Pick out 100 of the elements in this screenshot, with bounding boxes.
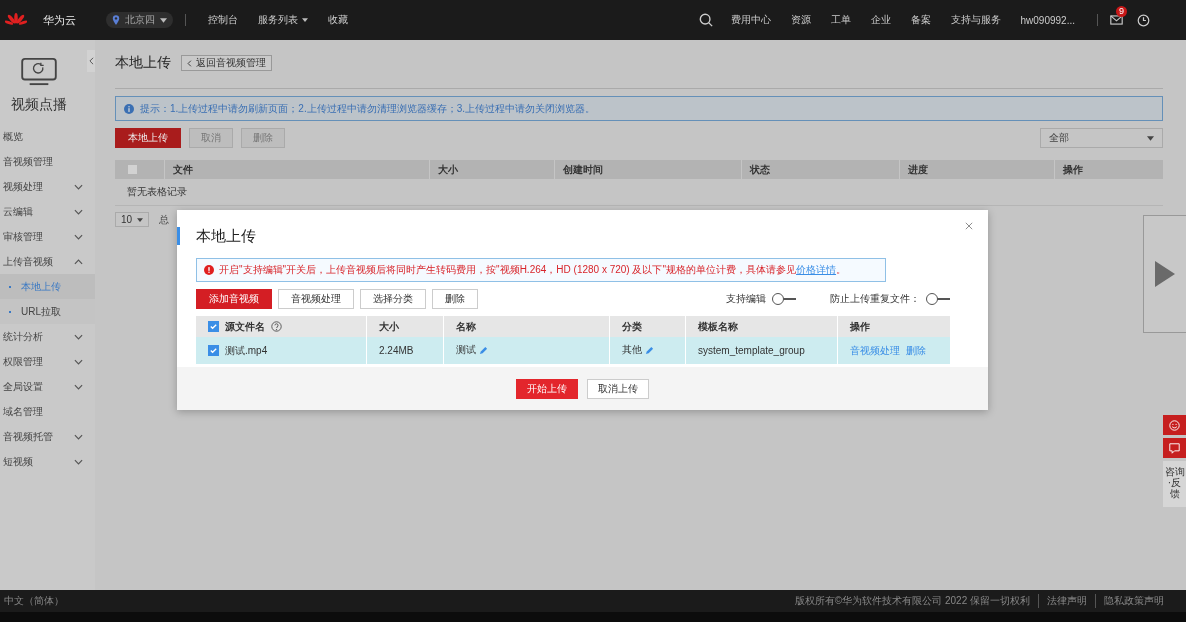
sidebar-item[interactable]: 权限管理	[0, 349, 95, 374]
chevron-icon	[74, 458, 83, 465]
column-header: 状态	[750, 162, 770, 177]
row-checkbox[interactable]	[208, 345, 219, 356]
chevron-icon	[74, 383, 83, 390]
footer-button[interactable]: 取消上传	[587, 378, 649, 399]
empty-message: 暂无表格记录	[127, 185, 187, 199]
chat-button[interactable]	[1163, 438, 1186, 458]
back-button[interactable]: 返回音视频管理	[181, 55, 272, 71]
smiley-icon	[1169, 419, 1180, 431]
nav-link[interactable]: 控制台	[208, 13, 238, 27]
table-cell: 测试.mp4	[225, 343, 268, 358]
select-all-checkbox[interactable]	[208, 321, 219, 332]
sidebar-item[interactable]: 全局设置	[0, 374, 95, 399]
nav-link[interactable]: 工单	[830, 13, 851, 27]
chevron-icon	[74, 433, 83, 440]
copyright-text: 版权所有©华为软件技术有限公司 2022 保留一切权利	[794, 594, 1030, 608]
column-header: 源文件名	[225, 319, 265, 334]
region-selector[interactable]: 北京四	[106, 12, 173, 28]
caret-icon	[1147, 135, 1154, 141]
toggle-switch[interactable]	[772, 293, 796, 305]
sidebar-item[interactable]: 统计分析	[0, 324, 95, 349]
column-header: 进度	[908, 162, 928, 177]
select-all-checkbox[interactable]	[128, 165, 137, 174]
pencil-icon[interactable]	[479, 346, 488, 355]
page-size-dropdown[interactable]: 10	[115, 212, 149, 227]
sidebar-item[interactable]: 音视频托管	[0, 424, 95, 449]
error-icon	[204, 265, 214, 275]
sidebar-subitem[interactable]: URL拉取	[0, 299, 95, 324]
sidebar-item[interactable]: 概览	[0, 124, 95, 149]
caret-icon	[137, 217, 143, 222]
monitor-replay-icon	[19, 58, 58, 86]
clock-icon[interactable]	[1137, 13, 1150, 27]
chevron-icon	[74, 233, 83, 240]
chat-icon	[1169, 442, 1180, 454]
nav-link[interactable]: 费用中心	[730, 13, 771, 27]
toggle-switch[interactable]	[926, 293, 950, 305]
brand-name[interactable]: 华为云	[43, 12, 76, 28]
help-icon[interactable]	[271, 321, 282, 332]
collapse-handle[interactable]	[87, 50, 95, 72]
notice-text: 提示：1.上传过程中请勿刷新页面；2.上传过程中请勿清理浏览器缓存；3.上传过程中请勿关闭浏览器。	[140, 101, 596, 116]
pencil-icon[interactable]	[645, 346, 654, 355]
location-pin-icon	[112, 15, 120, 25]
toolbar-button[interactable]: 本地上传	[115, 128, 181, 148]
column-header: 大小	[379, 319, 399, 334]
footer-link[interactable]: 法律声明	[1038, 594, 1087, 608]
sidebar-item[interactable]: 视频处理	[0, 174, 95, 199]
table-cell: 测试	[456, 343, 476, 357]
dialog-title: 本地上传	[177, 227, 950, 245]
column-header: 名称	[456, 319, 476, 334]
pricing-link[interactable]: 价格详情	[796, 264, 837, 275]
page-title: 本地上传	[115, 54, 171, 72]
feedback-tab[interactable]: 咨询·反馈	[1163, 461, 1186, 507]
nav-link[interactable]: 支持与服务	[950, 13, 1001, 27]
nav-link[interactable]: 备案	[910, 13, 931, 27]
language-selector[interactable]: 中文（简体）	[4, 594, 64, 608]
sidebar-item[interactable]: 云编辑	[0, 199, 95, 224]
footer-button[interactable]: 开始上传	[516, 378, 578, 399]
nav-link[interactable]: 服务列表	[258, 13, 308, 27]
dialog-button[interactable]: 选择分类	[360, 289, 426, 309]
sidebar-item[interactable]: 域名管理	[0, 399, 95, 424]
nav-link[interactable]: 资源	[790, 13, 811, 27]
column-header: 分类	[622, 319, 642, 334]
chevron-icon	[88, 57, 94, 65]
filter-dropdown[interactable]: 全部	[1040, 128, 1163, 148]
alert-text: 开启"支持编辑"开关后，上传音视频后将同时产生转码费用，按"视频H.264，HD (1280 x 720) 及以下"规格的单位计费，具体请参见价格详情。	[219, 263, 847, 277]
mail-icon[interactable]	[1110, 15, 1123, 25]
column-header: 创建时间	[563, 162, 603, 177]
chevron-icon	[74, 258, 83, 265]
table-cell: system_template_group	[698, 345, 805, 356]
user-menu[interactable]: hw090992...	[1020, 14, 1075, 26]
search-icon[interactable]	[698, 13, 713, 27]
sidebar-item[interactable]: 短视频	[0, 449, 95, 474]
dialog-button[interactable]: 音视频处理	[278, 289, 354, 309]
smiley-button[interactable]	[1163, 415, 1186, 435]
chevron-icon	[74, 333, 83, 340]
column-header: 操作	[1063, 162, 1083, 177]
column-header: 操作	[850, 319, 870, 334]
footer-link[interactable]: 隐私政策声明	[1095, 594, 1164, 608]
close-icon[interactable]	[965, 222, 973, 230]
toggle-label: 防止上传重复文件：	[830, 292, 920, 306]
chevron-icon	[74, 358, 83, 365]
dialog-button[interactable]: 添加音视频	[196, 289, 272, 309]
sidebar-item[interactable]: 音视频管理	[0, 149, 95, 174]
table-cell: 2.24MB	[379, 345, 414, 356]
service-title: 视频点播	[9, 96, 68, 114]
toggle-label: 支持编辑	[726, 292, 766, 306]
nav-link[interactable]: 企业	[870, 13, 891, 27]
flower-logo-icon[interactable]	[5, 12, 27, 28]
play-arrow-icon[interactable]	[1155, 261, 1175, 287]
table-cell: 其他	[622, 343, 642, 357]
notification-badge: 9	[1116, 6, 1127, 17]
table-row[interactable]: 测试.mp4 2.24MB 测试 其他 system_template_group 音视频处理 删除	[196, 337, 950, 364]
total-count: 总	[159, 212, 169, 227]
nav-link[interactable]: 收藏	[328, 13, 348, 27]
sidebar-item[interactable]: 上传音视频	[0, 249, 95, 274]
dialog-button[interactable]: 删除	[432, 289, 478, 309]
chevron-icon	[74, 183, 83, 190]
chevron-icon	[74, 208, 83, 215]
sidebar-item[interactable]: 审核管理	[0, 224, 95, 249]
